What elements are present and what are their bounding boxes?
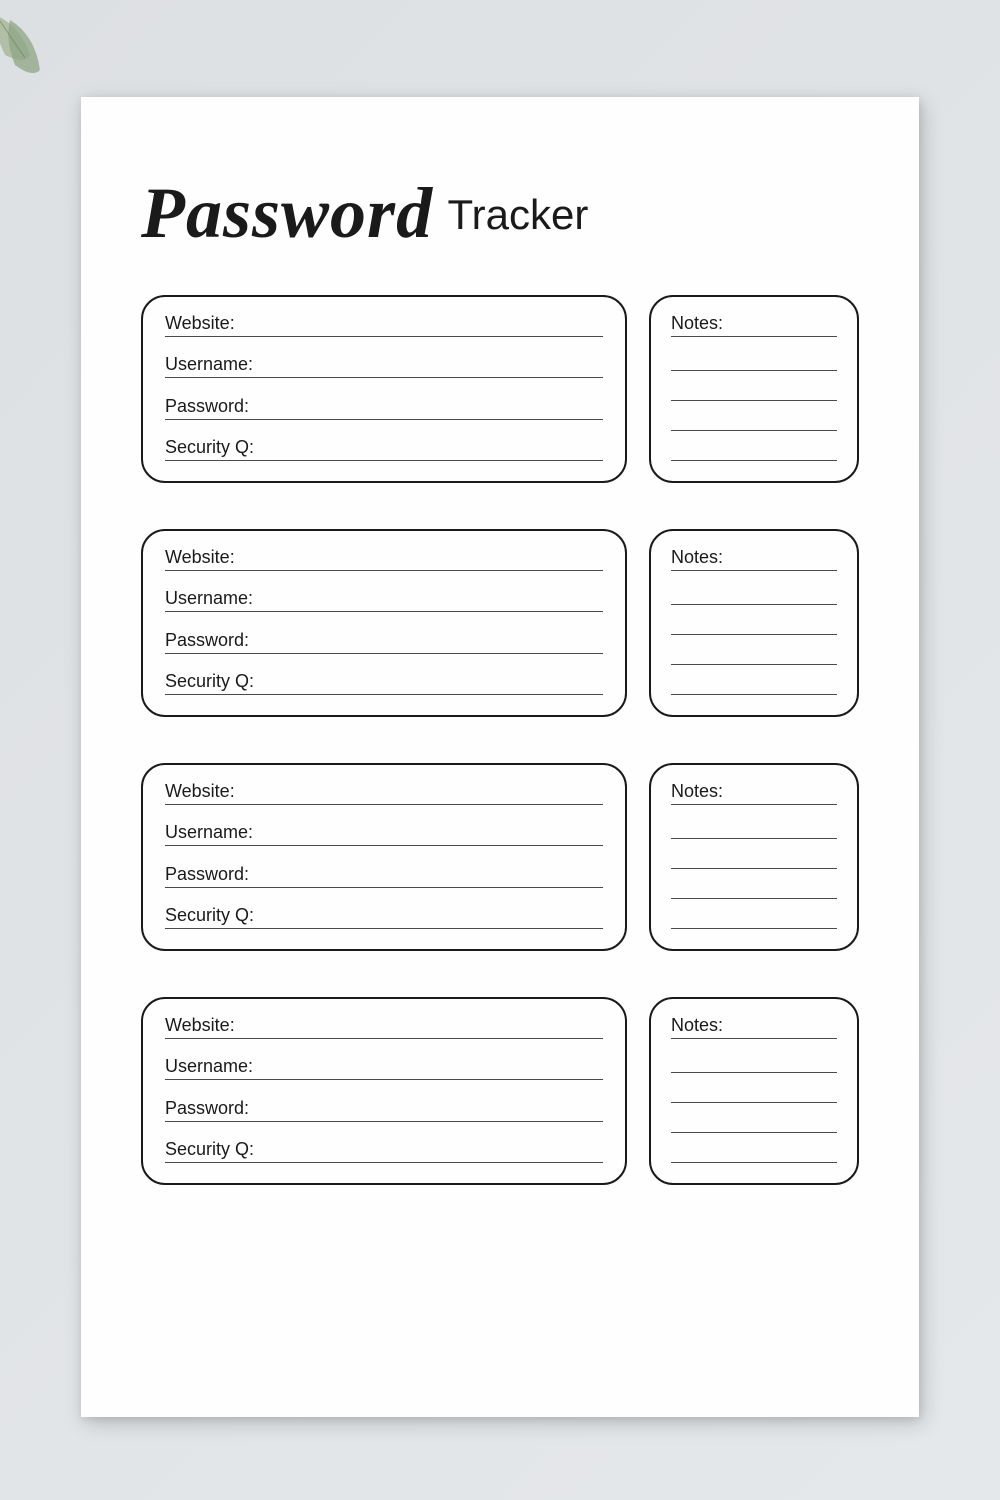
website-label: Website:	[165, 781, 235, 802]
notes-box: Notes:	[649, 997, 859, 1185]
website-field[interactable]: Website:	[165, 781, 603, 805]
username-label: Username:	[165, 822, 253, 843]
password-field[interactable]: Password:	[165, 396, 603, 420]
note-line[interactable]	[671, 605, 837, 635]
security-question-label: Security Q:	[165, 905, 254, 926]
security-question-field[interactable]: Security Q:	[165, 1139, 603, 1163]
credentials-box: Website: Username: Password: Security Q:	[141, 997, 627, 1185]
note-line[interactable]	[671, 869, 837, 899]
password-label: Password:	[165, 864, 249, 885]
credentials-box: Website: Username: Password: Security Q:	[141, 763, 627, 951]
note-line[interactable]	[671, 1133, 837, 1163]
credentials-box: Website: Username: Password: Security Q:	[141, 529, 627, 717]
password-label: Password:	[165, 396, 249, 417]
entry-row: Website: Username: Password: Security Q:…	[141, 997, 859, 1185]
entry-row: Website: Username: Password: Security Q:…	[141, 295, 859, 483]
entry-row: Website: Username: Password: Security Q:…	[141, 529, 859, 717]
username-field[interactable]: Username:	[165, 354, 603, 378]
username-label: Username:	[165, 588, 253, 609]
note-line[interactable]	[671, 1043, 837, 1073]
page-title: Password Tracker	[129, 172, 871, 255]
note-line[interactable]	[671, 341, 837, 371]
website-label: Website:	[165, 1015, 235, 1036]
entry-row: Website: Username: Password: Security Q:…	[141, 763, 859, 951]
notes-label: Notes:	[671, 313, 837, 337]
credentials-box: Website: Username: Password: Security Q:	[141, 295, 627, 483]
password-field[interactable]: Password:	[165, 864, 603, 888]
username-label: Username:	[165, 354, 253, 375]
website-field[interactable]: Website:	[165, 1015, 603, 1039]
notes-label: Notes:	[671, 781, 837, 805]
note-line[interactable]	[671, 809, 837, 839]
security-question-field[interactable]: Security Q:	[165, 671, 603, 695]
website-label: Website:	[165, 313, 235, 334]
security-question-label: Security Q:	[165, 437, 254, 458]
security-question-field[interactable]: Security Q:	[165, 437, 603, 461]
notes-box: Notes:	[649, 763, 859, 951]
note-line[interactable]	[671, 665, 837, 695]
paper-sheet: Password Tracker Website: Username: Pass…	[81, 97, 919, 1417]
note-line[interactable]	[671, 1103, 837, 1133]
password-label: Password:	[165, 1098, 249, 1119]
title-sans-word: Tracker	[448, 191, 589, 238]
password-label: Password:	[165, 630, 249, 651]
note-line[interactable]	[671, 575, 837, 605]
website-field[interactable]: Website:	[165, 547, 603, 571]
security-question-label: Security Q:	[165, 1139, 254, 1160]
website-label: Website:	[165, 547, 235, 568]
note-line[interactable]	[671, 839, 837, 869]
password-field[interactable]: Password:	[165, 1098, 603, 1122]
password-field[interactable]: Password:	[165, 630, 603, 654]
note-line[interactable]	[671, 635, 837, 665]
username-field[interactable]: Username:	[165, 822, 603, 846]
note-line[interactable]	[671, 1073, 837, 1103]
notes-label: Notes:	[671, 547, 837, 571]
note-line[interactable]	[671, 431, 837, 461]
username-field[interactable]: Username:	[165, 1056, 603, 1080]
security-question-label: Security Q:	[165, 671, 254, 692]
security-question-field[interactable]: Security Q:	[165, 905, 603, 929]
notes-label: Notes:	[671, 1015, 837, 1039]
note-line[interactable]	[671, 899, 837, 929]
website-field[interactable]: Website:	[165, 313, 603, 337]
note-line[interactable]	[671, 371, 837, 401]
entries-list: Website: Username: Password: Security Q:…	[129, 295, 871, 1185]
title-script-word: Password	[141, 173, 433, 253]
notes-box: Notes:	[649, 529, 859, 717]
username-label: Username:	[165, 1056, 253, 1077]
notes-box: Notes:	[649, 295, 859, 483]
leaf-decoration-icon	[0, 10, 60, 100]
username-field[interactable]: Username:	[165, 588, 603, 612]
note-line[interactable]	[671, 401, 837, 431]
